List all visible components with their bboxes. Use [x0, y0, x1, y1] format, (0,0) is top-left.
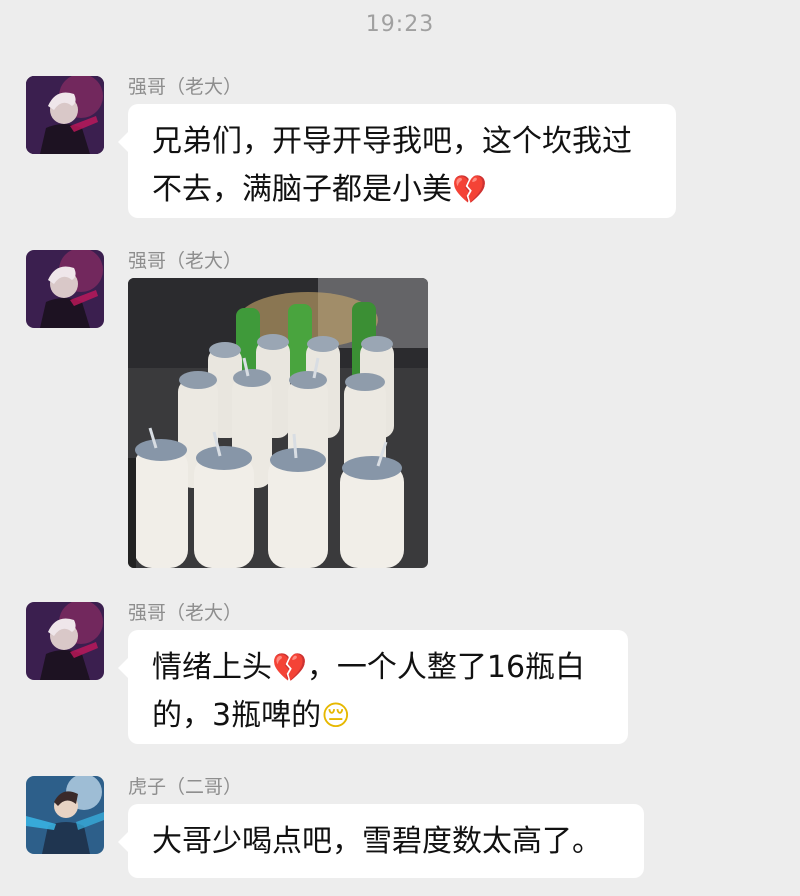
message-text: 不去，满脑子都是小美 — [152, 172, 452, 207]
sender-avatar[interactable] — [26, 776, 104, 854]
message-text: 情绪上头 — [152, 650, 272, 685]
sender-avatar[interactable] — [26, 602, 104, 680]
pensive-face-icon: 😔 — [321, 699, 351, 732]
message-text-line: 大哥少喝点吧，雪碧度数太高了。 — [152, 824, 602, 859]
message-text: 的，3瓶啤的 — [152, 698, 322, 733]
message-text-line: 的，3瓶啤的😔 — [152, 692, 604, 740]
sender-name: 强哥（老大） — [128, 76, 243, 98]
message-text-line: 兄弟们，开导开导我吧，这个坎我过 — [152, 124, 632, 159]
sender-avatar[interactable] — [26, 76, 104, 154]
sender-name: 虎子（二哥） — [128, 776, 243, 798]
message-text: ，一个人整了16瓶白 — [306, 650, 586, 685]
message-text-line: 不去，满脑子都是小美💔 — [152, 166, 652, 214]
message-text-line: 情绪上头💔，一个人整了16瓶白 — [152, 644, 604, 692]
sender-name: 强哥（老大） — [128, 250, 243, 272]
broken-heart-icon: 💔 — [452, 173, 487, 206]
message-bubble[interactable]: 情绪上头💔，一个人整了16瓶白 的，3瓶啤的😔 — [118, 630, 628, 744]
message-bubble[interactable]: 大哥少喝点吧，雪碧度数太高了。 — [118, 804, 644, 878]
chat-timestamp: 19:23 — [365, 12, 435, 37]
message-bubble[interactable]: 兄弟们，开导开导我吧，这个坎我过 不去，满脑子都是小美💔 — [118, 104, 676, 218]
sender-name: 强哥（老大） — [128, 602, 243, 624]
photo-of-bottles[interactable] — [128, 278, 428, 568]
broken-heart-icon: 💔 — [272, 651, 307, 684]
sender-avatar[interactable] — [26, 250, 104, 328]
